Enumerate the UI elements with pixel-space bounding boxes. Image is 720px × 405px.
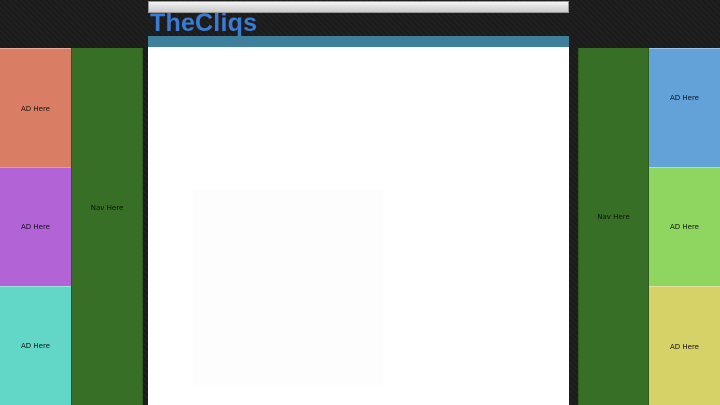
ad-label: AD Here: [669, 223, 699, 231]
site-title-logo[interactable]: TheCliqs: [150, 9, 257, 37]
content-placeholder-block: [193, 190, 383, 385]
right-ad-slot-3[interactable]: AD Here: [649, 286, 720, 405]
nav-label: Nav Here: [597, 212, 630, 221]
header-accent-bar: [148, 36, 569, 47]
right-ad-slot-2[interactable]: AD Here: [649, 167, 720, 286]
right-nav-panel[interactable]: Nav Here: [578, 48, 649, 405]
ad-label: AD Here: [20, 342, 50, 350]
ad-label: AD Here: [669, 343, 699, 351]
ad-label: AD Here: [669, 94, 699, 102]
left-ad-slot-3[interactable]: AD Here: [0, 286, 71, 405]
left-nav-panel[interactable]: Nav Here: [71, 48, 143, 405]
left-ad-slot-1[interactable]: AD Here: [0, 48, 71, 167]
ad-label: AD Here: [20, 223, 50, 231]
ad-label: AD Here: [20, 104, 50, 113]
nav-label: Nav Here: [90, 204, 124, 212]
left-ad-slot-2[interactable]: AD Here: [0, 167, 71, 286]
right-ad-slot-1[interactable]: AD Here: [649, 48, 720, 167]
